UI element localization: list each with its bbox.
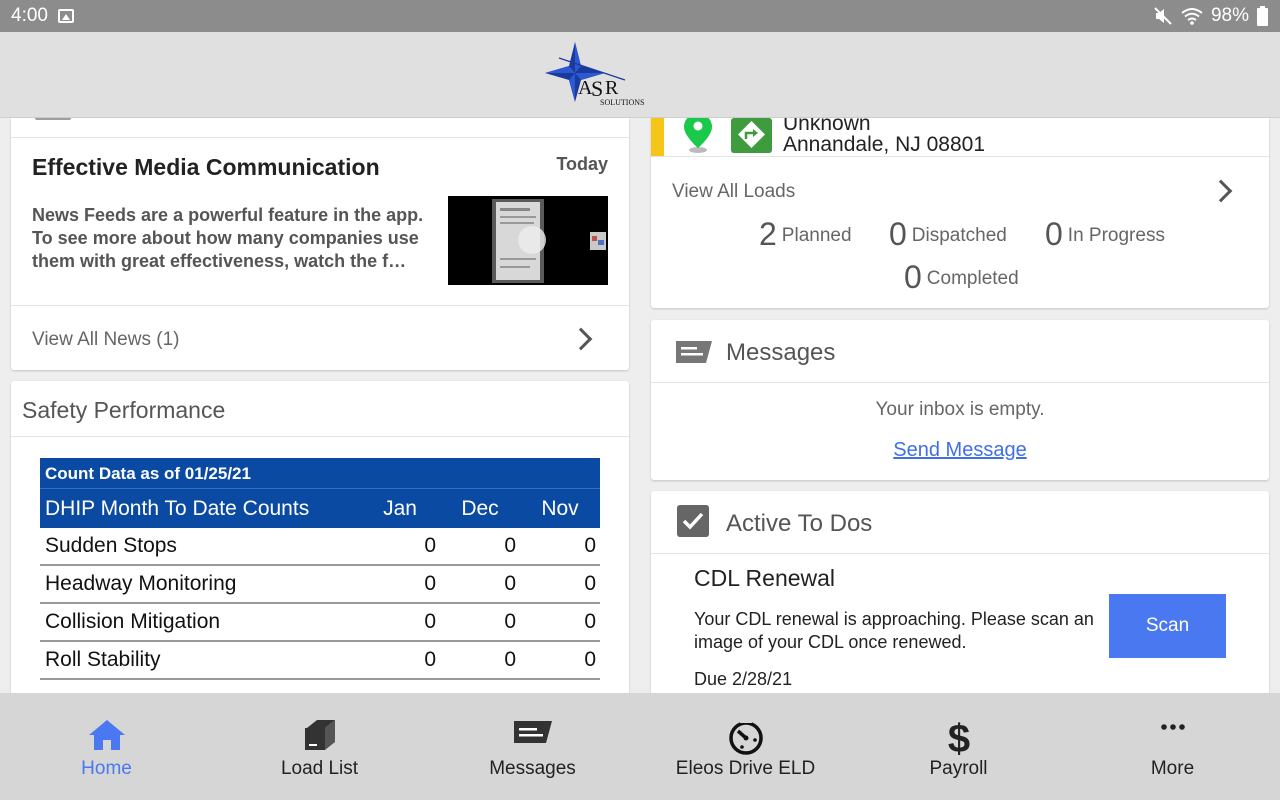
dispatched-stat: 0 Dispatched <box>889 216 1007 252</box>
column-header: DHIP Month To Date Counts <box>45 496 310 520</box>
column-header: Nov <box>541 496 579 520</box>
bottom-navigation: Home Load List Messages Eleos Drive ELD <box>0 693 1280 800</box>
message-icon <box>513 721 552 743</box>
chevron-right-icon[interactable] <box>569 327 593 351</box>
nav-load-list[interactable]: Load List <box>213 693 426 800</box>
news-body[interactable]: News Feeds are a powerful feature in the… <box>32 204 447 273</box>
speedometer-icon <box>728 719 763 755</box>
nav-eleos-drive-eld[interactable]: Eleos Drive ELD <box>639 693 852 800</box>
status-indicator <box>651 118 664 156</box>
directions-icon[interactable] <box>731 118 772 153</box>
nav-home[interactable]: Home <box>0 693 213 800</box>
status-bar: 4:00 98% <box>0 0 1280 32</box>
table-row: Headway Monitoring 0 0 0 <box>40 566 600 604</box>
news-video-thumbnail[interactable] <box>448 196 608 285</box>
dollar-icon: $ <box>947 718 969 756</box>
table-row: Roll Stability 0 0 0 <box>40 642 600 680</box>
nav-payroll[interactable]: $ Payroll <box>852 693 1065 800</box>
battery-percent: 98% <box>1210 5 1249 26</box>
todo-due-date: Due 2/28/21 <box>694 669 793 689</box>
svg-text:R: R <box>605 77 619 99</box>
send-message-link[interactable]: Send Message <box>651 439 1269 462</box>
inbox-empty-text: Your inbox is empty. <box>875 399 1045 420</box>
svg-text:SOLUTIONS: SOLUTIONS <box>600 98 644 107</box>
message-icon <box>676 341 712 363</box>
previous-item-edge <box>35 118 71 120</box>
box-icon <box>304 720 335 750</box>
view-all-loads-link[interactable]: View All Loads <box>672 181 795 203</box>
table-caption: Count Data as of 01/25/21 <box>40 458 600 488</box>
table-row: Sudden Stops 0 0 0 <box>40 528 600 566</box>
scan-button[interactable]: Scan <box>1109 594 1226 658</box>
safety-heading: Safety Performance <box>22 397 226 423</box>
todo-description: Your CDL renewal is approaching. Please … <box>694 609 1094 652</box>
mute-icon <box>1154 7 1172 25</box>
planned-stat: 2 Planned <box>759 216 852 252</box>
table-row: Collision Mitigation 0 0 0 <box>40 604 600 642</box>
in-progress-stat: 0 In Progress <box>1045 216 1165 252</box>
news-card: Effective Media Communication Today News… <box>11 118 629 370</box>
home-icon <box>88 720 125 750</box>
stop-address: Annandale, NJ 08801 <box>783 133 985 156</box>
battery-icon <box>1257 6 1268 26</box>
safety-performance-card: Safety Performance Count Data as of 01/2… <box>11 381 629 711</box>
more-dots-icon <box>1160 724 1185 730</box>
checkbox-checked-icon <box>677 505 709 537</box>
active-todos-card: Active To Dos CDL Renewal Your CDL renew… <box>651 491 1269 721</box>
wifi-icon <box>1181 8 1203 25</box>
image-notification-icon <box>58 9 74 23</box>
view-all-news-link[interactable]: View All News (1) <box>32 329 179 351</box>
column-header: Dec <box>461 496 499 520</box>
table-header: DHIP Month To Date Counts Jan Dec Nov <box>40 488 600 528</box>
asr-solutions-logo: A S R SOLUTIONS <box>545 42 644 107</box>
todos-heading: Active To Dos <box>726 510 873 537</box>
map-pin-icon <box>684 118 712 153</box>
messages-heading: Messages <box>726 339 836 366</box>
status-time: 4:00 <box>11 5 48 26</box>
column-header: Jan <box>383 496 417 520</box>
news-date: Today <box>556 154 608 174</box>
app-header: A S R SOLUTIONS <box>0 32 1280 118</box>
count-data-table: Count Data as of 01/25/21 DHIP Month To … <box>40 458 600 680</box>
completed-stat: 0 Completed <box>904 259 1019 295</box>
messages-card: Messages Your inbox is empty. Send Messa… <box>651 320 1269 480</box>
todo-title: CDL Renewal <box>694 565 836 591</box>
news-title[interactable]: Effective Media Communication <box>32 154 380 181</box>
nav-more[interactable]: More <box>1066 693 1279 800</box>
loads-card: Unknown Annandale, NJ 08801 View All Loa… <box>651 118 1269 308</box>
nav-messages[interactable]: Messages <box>426 693 639 800</box>
svg-text:$: $ <box>947 718 969 756</box>
chevron-right-icon[interactable] <box>1209 179 1233 203</box>
